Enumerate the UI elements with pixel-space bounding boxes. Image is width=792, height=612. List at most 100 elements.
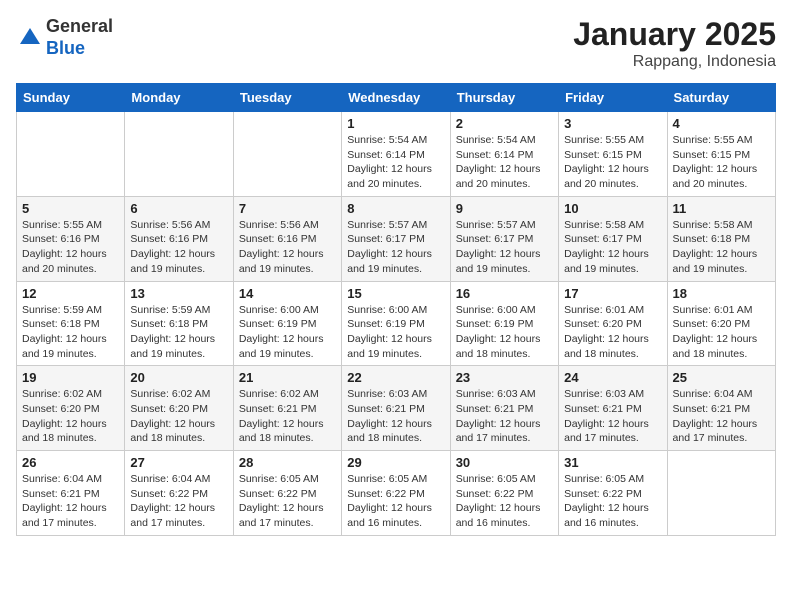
day-info: Sunrise: 6:03 AM Sunset: 6:21 PM Dayligh… xyxy=(456,387,553,446)
day-number: 5 xyxy=(22,201,119,216)
calendar-cell: 22 Sunrise: 6:03 AM Sunset: 6:21 PM Dayli… xyxy=(342,366,450,451)
day-number: 17 xyxy=(564,286,661,301)
calendar-cell xyxy=(125,112,233,197)
calendar-cell xyxy=(667,451,775,536)
day-number: 27 xyxy=(130,455,227,470)
calendar-cell: 30 Sunrise: 6:05 AM Sunset: 6:22 PM Dayli… xyxy=(450,451,558,536)
day-number: 13 xyxy=(130,286,227,301)
day-number: 28 xyxy=(239,455,336,470)
calendar-cell: 9Sunrise: 5:57 AM Sunset: 6:17 PM Daylig… xyxy=(450,196,558,281)
calendar-cell: 15Sunrise: 6:00 AM Sunset: 6:19 PM Dayli… xyxy=(342,281,450,366)
calendar-cell: 2 Sunrise: 5:54 AM Sunset: 6:14 PM Daylig… xyxy=(450,112,558,197)
calendar-cell: 1Sunrise: 5:54 AM Sunset: 6:14 PM Daylig… xyxy=(342,112,450,197)
calendar-cell: 16 Sunrise: 6:00 AM Sunset: 6:19 PM Dayli… xyxy=(450,281,558,366)
day-info: Sunrise: 5:59 AM Sunset: 6:18 PM Dayligh… xyxy=(130,303,227,362)
day-number: 24 xyxy=(564,370,661,385)
day-info: Sunrise: 6:01 AM Sunset: 6:20 PM Dayligh… xyxy=(673,303,770,362)
calendar-cell: 8Sunrise: 5:57 AM Sunset: 6:17 PM Daylig… xyxy=(342,196,450,281)
day-number: 7 xyxy=(239,201,336,216)
day-info: Sunrise: 5:55 AM Sunset: 6:16 PM Dayligh… xyxy=(22,218,119,277)
weekday-header: Monday xyxy=(125,84,233,112)
day-number: 30 xyxy=(456,455,553,470)
title-block: January 2025 Rappang, Indonesia xyxy=(573,16,776,71)
day-number: 2 xyxy=(456,116,553,131)
day-info: Sunrise: 6:00 AM Sunset: 6:19 PM Dayligh… xyxy=(239,303,336,362)
day-number: 9 xyxy=(456,201,553,216)
day-info: Sunrise: 6:04 AM Sunset: 6:22 PM Dayligh… xyxy=(130,472,227,531)
calendar-cell: 24 Sunrise: 6:03 AM Sunset: 6:21 PM Dayli… xyxy=(559,366,667,451)
day-number: 22 xyxy=(347,370,444,385)
day-info: Sunrise: 6:03 AM Sunset: 6:21 PM Dayligh… xyxy=(347,387,444,446)
calendar-cell: 13 Sunrise: 5:59 AM Sunset: 6:18 PM Dayli… xyxy=(125,281,233,366)
calendar-cell: 28 Sunrise: 6:05 AM Sunset: 6:22 PM Dayli… xyxy=(233,451,341,536)
calendar-cell: 4Sunrise: 5:55 AM Sunset: 6:15 PM Daylig… xyxy=(667,112,775,197)
day-info: Sunrise: 6:01 AM Sunset: 6:20 PM Dayligh… xyxy=(564,303,661,362)
calendar-cell: 25 Sunrise: 6:04 AM Sunset: 6:21 PM Dayli… xyxy=(667,366,775,451)
day-info: Sunrise: 5:54 AM Sunset: 6:14 PM Dayligh… xyxy=(456,133,553,192)
logo: General Blue xyxy=(16,16,113,59)
calendar-cell: 20 Sunrise: 6:02 AM Sunset: 6:20 PM Dayli… xyxy=(125,366,233,451)
month-title: January 2025 xyxy=(573,16,776,53)
day-number: 29 xyxy=(347,455,444,470)
day-number: 3 xyxy=(564,116,661,131)
calendar-cell: 19Sunrise: 6:02 AM Sunset: 6:20 PM Dayli… xyxy=(17,366,125,451)
calendar-week-row: 12Sunrise: 5:59 AM Sunset: 6:18 PM Dayli… xyxy=(17,281,776,366)
day-info: Sunrise: 6:04 AM Sunset: 6:21 PM Dayligh… xyxy=(673,387,770,446)
logo-text: General Blue xyxy=(46,16,113,59)
day-number: 19 xyxy=(22,370,119,385)
weekday-header: Thursday xyxy=(450,84,558,112)
location-title: Rappang, Indonesia xyxy=(573,53,776,71)
day-info: Sunrise: 5:59 AM Sunset: 6:18 PM Dayligh… xyxy=(22,303,119,362)
calendar-week-row: 19 Sunrise: 6:02 AM Sunset: 6:20 PM Dayli… xyxy=(17,366,776,451)
weekday-header: Friday xyxy=(559,84,667,112)
day-number: 18 xyxy=(673,286,770,301)
day-info: Sunrise: 6:02 AM Sunset: 6:20 PM Dayligh… xyxy=(130,387,227,446)
day-info: Sunrise: 6:04 AM Sunset: 6:21 PM Dayligh… xyxy=(22,472,119,531)
day-info: Sunrise: 6:02 AM Sunset: 6:21 PM Dayligh… xyxy=(239,387,336,446)
calendar-week-row: 26 Sunrise: 6:04 AM Sunset: 6:21 PM Dayli… xyxy=(17,451,776,536)
logo-icon xyxy=(18,26,42,50)
calendar-cell: 5 Sunrise: 5:55 AM Sunset: 6:16 PM Daylig… xyxy=(17,196,125,281)
day-info: Sunrise: 6:05 AM Sunset: 6:22 PM Dayligh… xyxy=(456,472,553,531)
calendar-cell: 11Sunrise: 5:58 AM Sunset: 6:18 PM Dayli… xyxy=(667,196,775,281)
calendar-cell: 31Sunrise: 6:05 AM Sunset: 6:22 PM Dayli… xyxy=(559,451,667,536)
calendar-cell: 29 Sunrise: 6:05 AM Sunset: 6:22 PM Dayli… xyxy=(342,451,450,536)
calendar-cell: 12Sunrise: 5:59 AM Sunset: 6:18 PM Dayli… xyxy=(17,281,125,366)
day-info: Sunrise: 5:55 AM Sunset: 6:15 PM Dayligh… xyxy=(564,133,661,192)
calendar-week-row: 5 Sunrise: 5:55 AM Sunset: 6:16 PM Daylig… xyxy=(17,196,776,281)
calendar-cell xyxy=(17,112,125,197)
calendar-cell: 18 Sunrise: 6:01 AM Sunset: 6:20 PM Dayli… xyxy=(667,281,775,366)
day-info: Sunrise: 6:05 AM Sunset: 6:22 PM Dayligh… xyxy=(239,472,336,531)
day-info: Sunrise: 5:56 AM Sunset: 6:16 PM Dayligh… xyxy=(239,218,336,277)
calendar-cell: 21Sunrise: 6:02 AM Sunset: 6:21 PM Dayli… xyxy=(233,366,341,451)
calendar-cell xyxy=(233,112,341,197)
calendar-table: SundayMondayTuesdayWednesdayThursdayFrid… xyxy=(16,83,776,536)
day-number: 15 xyxy=(347,286,444,301)
day-number: 20 xyxy=(130,370,227,385)
day-info: Sunrise: 6:00 AM Sunset: 6:19 PM Dayligh… xyxy=(456,303,553,362)
day-number: 10 xyxy=(564,201,661,216)
weekday-header: Saturday xyxy=(667,84,775,112)
logo-general-text: General xyxy=(46,16,113,38)
logo-blue-text: Blue xyxy=(46,38,113,60)
day-number: 11 xyxy=(673,201,770,216)
weekday-header: Sunday xyxy=(17,84,125,112)
day-number: 31 xyxy=(564,455,661,470)
calendar-cell: 26 Sunrise: 6:04 AM Sunset: 6:21 PM Dayli… xyxy=(17,451,125,536)
day-number: 16 xyxy=(456,286,553,301)
day-info: Sunrise: 5:57 AM Sunset: 6:17 PM Dayligh… xyxy=(347,218,444,277)
day-info: Sunrise: 6:03 AM Sunset: 6:21 PM Dayligh… xyxy=(564,387,661,446)
calendar-cell: 6Sunrise: 5:56 AM Sunset: 6:16 PM Daylig… xyxy=(125,196,233,281)
calendar-week-row: 1Sunrise: 5:54 AM Sunset: 6:14 PM Daylig… xyxy=(17,112,776,197)
day-number: 25 xyxy=(673,370,770,385)
calendar-cell: 10Sunrise: 5:58 AM Sunset: 6:17 PM Dayli… xyxy=(559,196,667,281)
day-info: Sunrise: 5:56 AM Sunset: 6:16 PM Dayligh… xyxy=(130,218,227,277)
day-info: Sunrise: 6:05 AM Sunset: 6:22 PM Dayligh… xyxy=(347,472,444,531)
day-number: 4 xyxy=(673,116,770,131)
page-header: General Blue January 2025 Rappang, Indon… xyxy=(16,16,776,71)
weekday-header: Tuesday xyxy=(233,84,341,112)
calendar-cell: 3 Sunrise: 5:55 AM Sunset: 6:15 PM Daylig… xyxy=(559,112,667,197)
calendar-cell: 23Sunrise: 6:03 AM Sunset: 6:21 PM Dayli… xyxy=(450,366,558,451)
calendar-cell: 27 Sunrise: 6:04 AM Sunset: 6:22 PM Dayli… xyxy=(125,451,233,536)
day-number: 26 xyxy=(22,455,119,470)
